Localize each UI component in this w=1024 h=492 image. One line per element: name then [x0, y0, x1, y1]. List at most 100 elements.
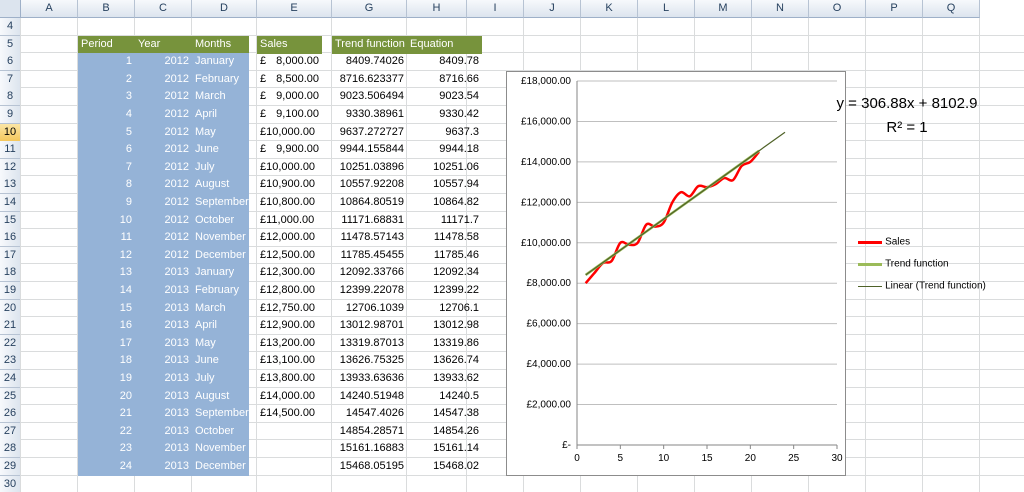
cell-month[interactable]: June: [192, 141, 249, 160]
cell-trend[interactable]: 9023.506494: [332, 88, 407, 106]
column-header-b[interactable]: B: [78, 0, 135, 18]
cell-trend[interactable]: 8409.74026: [332, 53, 407, 71]
cell-period[interactable]: 19: [78, 370, 135, 388]
cell-year[interactable]: 2012: [135, 194, 192, 212]
cell-month[interactable]: February: [192, 282, 249, 300]
cell-period[interactable]: 12: [78, 246, 135, 265]
cell-sales[interactable]: £12,900.00: [257, 317, 322, 335]
row-header-20[interactable]: 20: [0, 299, 21, 318]
row-header-18[interactable]: 18: [0, 264, 21, 283]
cell-equation[interactable]: 11171.7: [407, 212, 482, 230]
cell-year[interactable]: 2013: [135, 282, 192, 300]
column-header-a[interactable]: A: [21, 0, 78, 18]
cell-period[interactable]: 4: [78, 106, 135, 124]
cell-sales[interactable]: £12,800.00: [257, 282, 322, 300]
cell-trend[interactable]: 15161.16883: [332, 440, 407, 458]
cell-equation[interactable]: 9944.18: [407, 141, 482, 159]
cell-trend[interactable]: 14547.4026: [332, 405, 407, 423]
row-header-21[interactable]: 21: [0, 317, 21, 336]
row-header-28[interactable]: 28: [0, 440, 21, 459]
column-header-p[interactable]: P: [866, 0, 923, 18]
cell-equation[interactable]: 13933.62: [407, 370, 482, 388]
cell-period[interactable]: 9: [78, 194, 135, 212]
cell-trend[interactable]: 13319.87013: [332, 335, 407, 353]
column-header-o[interactable]: O: [809, 0, 866, 18]
column-header-n[interactable]: N: [752, 0, 809, 18]
row-header-12[interactable]: 12: [0, 158, 21, 177]
cell-equation[interactable]: 12092.34: [407, 264, 482, 282]
cell-trend[interactable]: 11478.57143: [332, 229, 407, 247]
cell-sales[interactable]: £14,500.00: [257, 405, 322, 423]
row-header-6[interactable]: 6: [0, 53, 21, 72]
cell-period[interactable]: 2: [78, 70, 135, 89]
cell-month[interactable]: September: [192, 194, 249, 212]
cell-period[interactable]: 8: [78, 176, 135, 195]
cell-trend[interactable]: 13012.98701: [332, 317, 407, 335]
row-header-17[interactable]: 17: [0, 246, 21, 265]
column-header-m[interactable]: M: [695, 0, 752, 18]
cell-year[interactable]: 2012: [135, 229, 192, 248]
cell-equation[interactable]: 9330.42: [407, 106, 482, 124]
cell-period[interactable]: 22: [78, 422, 135, 441]
column-header-c[interactable]: C: [135, 0, 192, 18]
row-header-15[interactable]: 15: [0, 211, 21, 230]
cell-year[interactable]: 2012: [135, 158, 192, 177]
row-header-27[interactable]: 27: [0, 422, 21, 441]
cell-sales[interactable]: £12,300.00: [257, 264, 322, 282]
cell-month[interactable]: December: [192, 246, 249, 265]
cell-month[interactable]: August: [192, 176, 249, 195]
cell-year[interactable]: 2012: [135, 53, 192, 72]
cell-month[interactable]: April: [192, 317, 249, 336]
row-header-4[interactable]: 4: [0, 18, 21, 36]
cell-trend[interactable]: 15468.05195: [332, 458, 407, 476]
cell-period[interactable]: 7: [78, 158, 135, 177]
cell-month[interactable]: March: [192, 299, 249, 318]
cell-trend[interactable]: 10864.80519: [332, 194, 407, 212]
cell-period[interactable]: 13: [78, 264, 135, 283]
cell-sales[interactable]: £10,800.00: [257, 194, 322, 212]
column-header-e[interactable]: E: [257, 0, 332, 18]
cell-trend[interactable]: 11785.45455: [332, 247, 407, 265]
cell-month[interactable]: November: [192, 440, 249, 459]
cell-year[interactable]: 2013: [135, 422, 192, 441]
cell-trend[interactable]: 10557.92208: [332, 176, 407, 194]
header-period[interactable]: Period: [78, 35, 135, 54]
row-header-14[interactable]: 14: [0, 194, 21, 212]
header-equation[interactable]: Equation: [407, 35, 482, 54]
cell-year[interactable]: 2012: [135, 211, 192, 230]
cell-trend[interactable]: 12399.22078: [332, 282, 407, 300]
cell-equation[interactable]: 13012.98: [407, 317, 482, 335]
cell-equation[interactable]: 9023.54: [407, 88, 482, 106]
cell-equation[interactable]: 8716.66: [407, 71, 482, 89]
cell-sales[interactable]: £11,000.00: [257, 212, 322, 230]
cell-period[interactable]: 14: [78, 282, 135, 300]
cell-year[interactable]: 2013: [135, 387, 192, 406]
column-header-d[interactable]: D: [192, 0, 257, 18]
cell-sales[interactable]: £9,900.00: [257, 141, 322, 159]
cell-month[interactable]: July: [192, 158, 249, 177]
cell-month[interactable]: August: [192, 387, 249, 406]
cell-equation[interactable]: 14854.26: [407, 423, 482, 441]
cell-sales[interactable]: £9,000.00: [257, 88, 322, 106]
cell-equation[interactable]: 15468.02: [407, 458, 482, 476]
row-header-9[interactable]: 9: [0, 106, 21, 124]
cell-trend[interactable]: 12092.33766: [332, 264, 407, 282]
cell-period[interactable]: 5: [78, 123, 135, 142]
cell-equation[interactable]: 12399.22: [407, 282, 482, 300]
cell-year[interactable]: 2013: [135, 352, 192, 371]
cell-sales[interactable]: £9,100.00: [257, 106, 322, 124]
cell-sales[interactable]: £13,800.00: [257, 370, 322, 388]
row-header-23[interactable]: 23: [0, 352, 21, 371]
cell-year[interactable]: 2012: [135, 141, 192, 160]
cell-period[interactable]: 6: [78, 141, 135, 160]
cell-equation[interactable]: 9637.3: [407, 124, 482, 142]
column-header-h[interactable]: H: [407, 0, 467, 18]
cell-month[interactable]: May: [192, 334, 249, 353]
cell-equation[interactable]: 11478.58: [407, 229, 482, 247]
header-trend-function[interactable]: Trend function: [332, 35, 407, 54]
cell-month[interactable]: September: [192, 405, 249, 424]
cell-year[interactable]: 2013: [135, 440, 192, 459]
column-header-q[interactable]: Q: [923, 0, 980, 18]
cell-sales[interactable]: [257, 423, 322, 441]
cell-month[interactable]: October: [192, 422, 249, 441]
